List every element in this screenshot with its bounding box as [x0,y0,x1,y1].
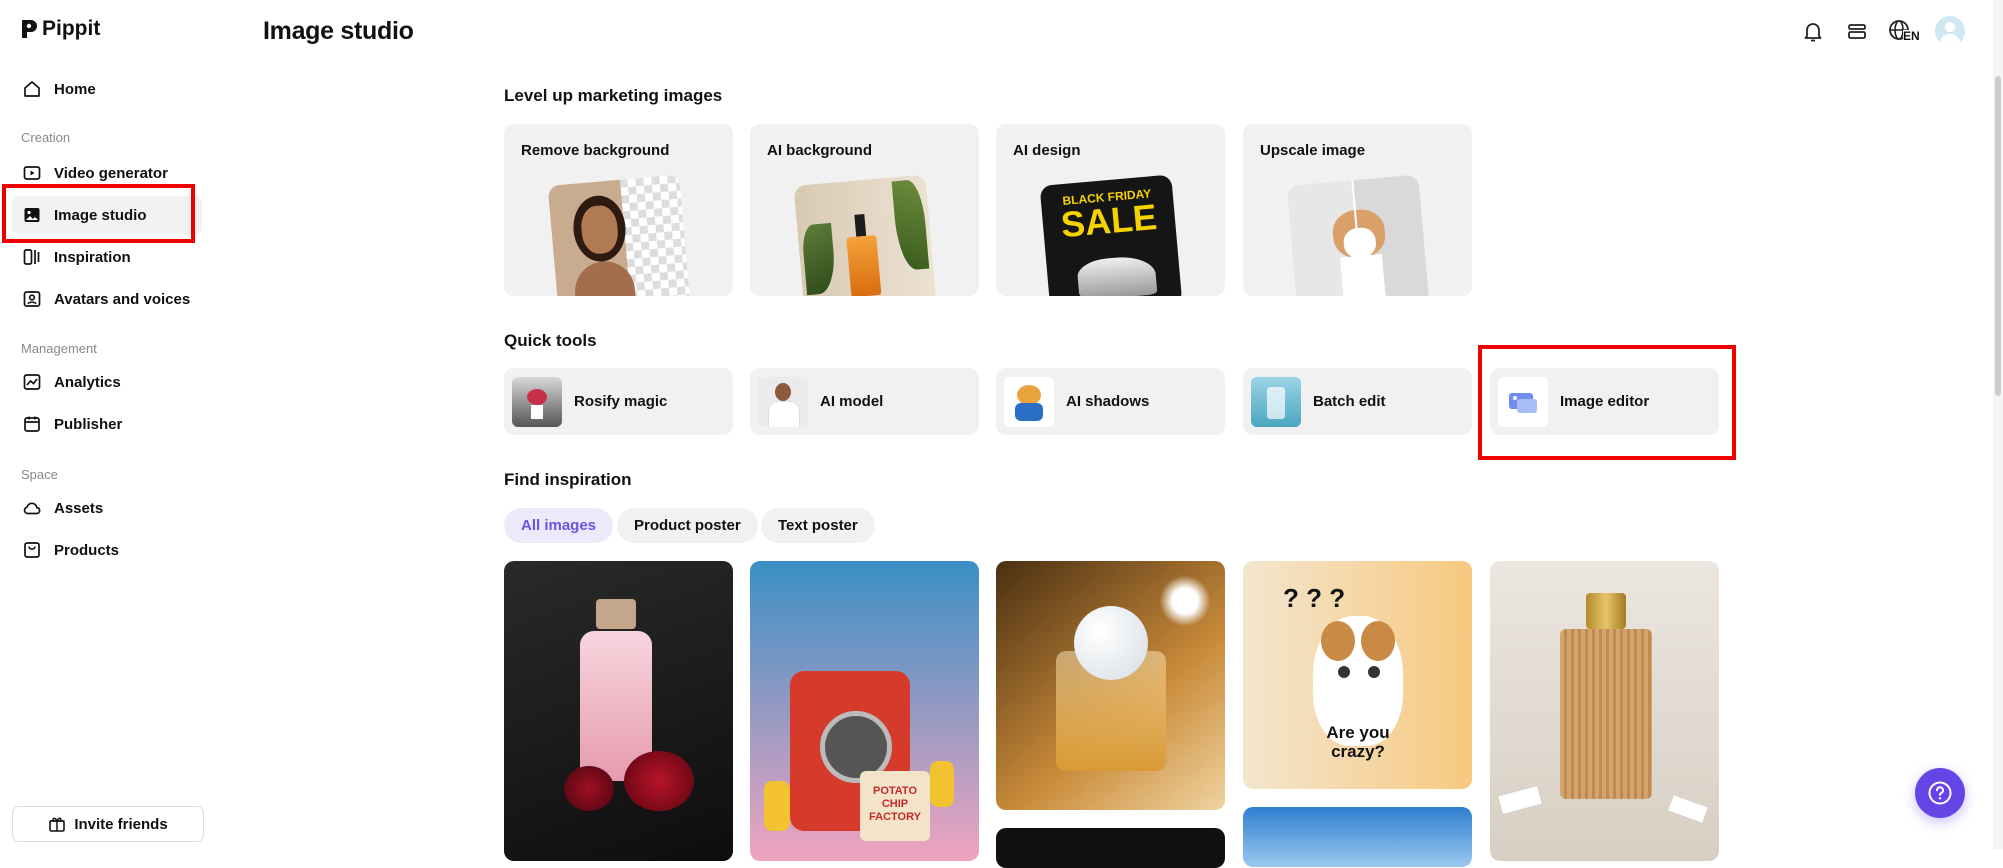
quick-tool-label: Rosify magic [574,393,668,410]
gallery-item[interactable] [504,561,733,861]
sidebar-item-label: Publisher [54,415,123,433]
invite-friends-button[interactable]: Invite friends [12,806,204,842]
sidebar-item-label: Products [54,541,120,559]
filter-text-poster[interactable]: Text poster [761,508,875,543]
cloud-icon [23,502,41,515]
card-ai-design[interactable]: AI design BLACK FRIDAY SALE [996,124,1225,296]
home-icon [24,81,40,97]
sidebar-item-label: Inspiration [54,248,131,266]
sidebar-item-products[interactable]: Products [12,531,202,569]
product-box-icon [24,542,40,558]
filter-product-poster[interactable]: Product poster [617,508,758,543]
sidebar-item-image-studio[interactable]: Image studio [12,196,202,234]
card-label: AI design [1013,142,1081,159]
sidebar-item-avatars-and-voices[interactable]: Avatars and voices [12,280,202,318]
ai-shadows-thumbnail [1004,376,1054,427]
sidebar-item-label: Home [54,80,96,98]
inspiration-icon [23,249,40,265]
filter-all-images[interactable]: All images [504,508,614,543]
rosify-magic-thumbnail [512,376,562,427]
gallery-item[interactable]: POTATO CHIP FACTORY [750,561,979,861]
quick-tool-rosify-magic[interactable]: Rosify magic [504,368,733,435]
section-label-management: Management [21,341,97,356]
card-ai-background[interactable]: AI background [750,124,979,296]
invite-friends-label: Invite friends [74,815,168,833]
quick-tool-ai-model[interactable]: AI model [750,368,979,435]
image-editor-thumbnail [1498,376,1548,427]
gallery-item[interactable] [1490,561,1719,861]
card-label: Remove background [521,142,670,159]
image-editor-icon [1509,392,1537,413]
sidebar-item-label: Assets [54,499,104,517]
section-label-creation: Creation [21,130,71,145]
sidebar-item-home[interactable]: Home [12,70,202,108]
quick-tool-label: Batch edit [1313,393,1386,410]
analytics-icon [23,374,41,390]
bell-icon[interactable] [1799,17,1827,45]
remove-background-image [547,174,690,296]
ai-model-thumbnail [758,376,808,427]
section-heading-quick-tools: Quick tools [504,331,597,350]
gallery-item[interactable] [996,561,1225,810]
stack-icon[interactable] [1843,17,1871,45]
quick-tool-label: AI shadows [1066,393,1150,410]
ai-background-image [793,174,936,296]
sidebar: Pippit Home Creation Video generator Ima… [0,0,210,849]
gallery-item[interactable] [1243,807,1472,867]
top-bar-actions: EN [1799,16,1965,46]
sidebar-item-video-generator[interactable]: Video generator [12,154,202,192]
ai-design-image: BLACK FRIDAY SALE [1039,174,1182,296]
sidebar-item-label: Avatars and voices [54,290,191,308]
language-label: EN [1903,29,1920,43]
page-scrollbar[interactable] [1993,0,2003,849]
quick-tool-label: AI model [820,393,884,410]
batch-edit-thumbnail [1251,376,1301,427]
calendar-icon [24,416,40,432]
sidebar-item-label: Image studio [54,206,147,224]
sidebar-item-label: Analytics [54,373,121,391]
sidebar-item-publisher[interactable]: Publisher [12,405,202,443]
gift-icon [49,817,66,832]
sidebar-item-inspiration[interactable]: Inspiration [12,238,202,276]
chip-bag-label: POTATO CHIP FACTORY [860,771,930,841]
pippit-logo-icon [22,20,37,38]
user-avatar[interactable] [1935,16,1965,46]
help-icon [1928,781,1952,805]
card-label: Upscale image [1260,142,1366,159]
section-label-space: Space [21,467,58,482]
quick-tool-image-editor[interactable]: Image editor [1490,368,1719,435]
help-button[interactable] [1915,768,1965,818]
sidebar-item-analytics[interactable]: Analytics [12,363,202,401]
card-label: AI background [767,142,873,159]
quick-tool-label: Image editor [1560,393,1650,410]
section-heading-marketing: Level up marketing images [504,86,723,105]
sidebar-item-assets[interactable]: Assets [12,489,202,527]
card-upscale-image[interactable]: Upscale image [1243,124,1472,296]
image-studio-icon [24,208,40,222]
cat-caption: Are you crazy? [1326,723,1390,761]
app-name: Pippit [42,17,101,40]
sidebar-item-label: Video generator [54,164,168,182]
page-title: Image studio [263,17,414,45]
section-heading-inspiration: Find inspiration [504,470,632,489]
quick-tool-batch-edit[interactable]: Batch edit [1243,368,1472,435]
video-generator-icon [23,166,41,180]
gallery-item[interactable]: ? ? ? Are you crazy? [1243,561,1472,789]
upscale-image-image [1286,174,1429,296]
logo[interactable]: Pippit [20,17,100,41]
quick-tool-ai-shadows[interactable]: AI shadows [996,368,1225,435]
scrollbar-thumb[interactable] [1995,76,2001,396]
avatar-voice-icon [23,291,41,307]
language-button[interactable]: EN [1887,17,1920,45]
card-remove-background[interactable]: Remove background [504,124,733,296]
gallery-item[interactable] [996,828,1225,868]
